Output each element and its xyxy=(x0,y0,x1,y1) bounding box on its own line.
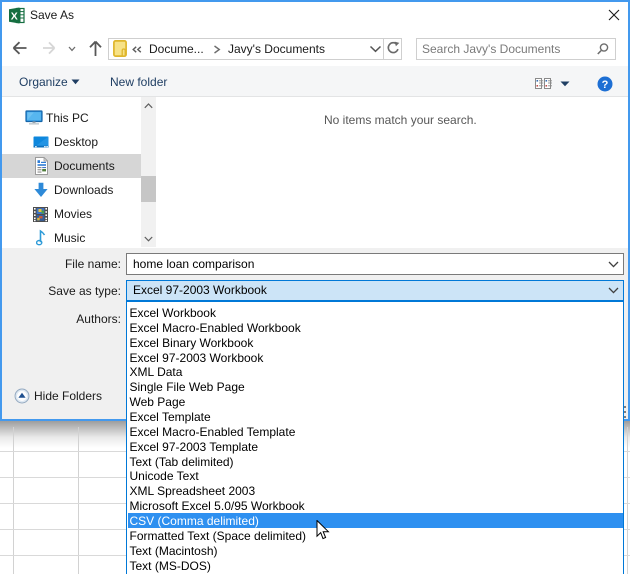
svg-text:?: ? xyxy=(602,79,609,91)
svg-text:X: X xyxy=(11,10,18,22)
